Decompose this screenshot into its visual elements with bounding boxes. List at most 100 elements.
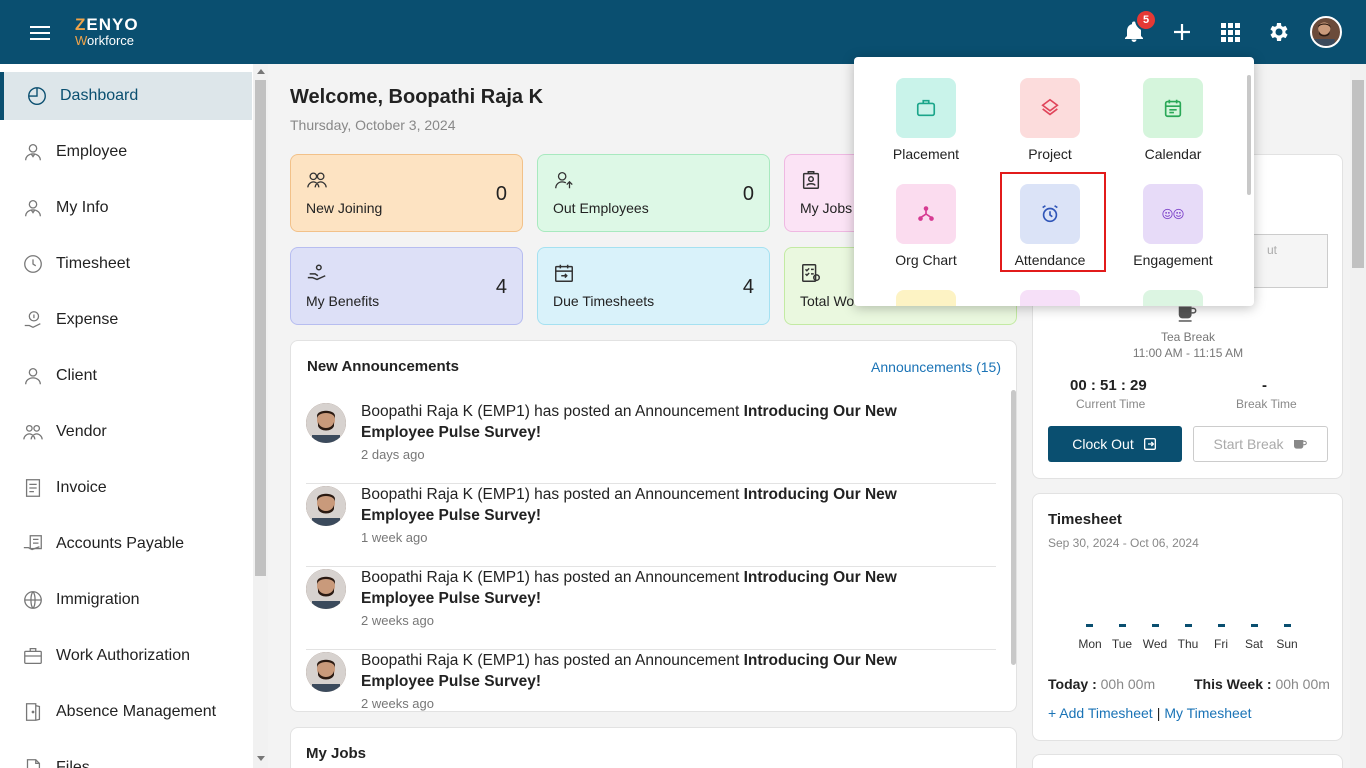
employee-icon: [25, 144, 41, 161]
logo-sub-text: orkforce: [87, 33, 135, 48]
sidebar-item-label: Invoice: [56, 479, 107, 496]
sidebar-item-absence-management[interactable]: Absence Management: [0, 688, 252, 736]
app-calendar[interactable]: Calendar: [1118, 78, 1228, 162]
sidebar-item-dashboard[interactable]: Dashboard: [0, 72, 252, 120]
card-new-joining[interactable]: New Joining 0: [290, 154, 523, 232]
sidebar-item-employee[interactable]: Employee: [0, 128, 252, 176]
add-timesheet-link[interactable]: + Add Timesheet: [1048, 705, 1153, 721]
day-label: Sun: [1276, 637, 1298, 651]
card-out-employees[interactable]: Out Employees 0: [537, 154, 770, 232]
sidebar-item-accounts-payable[interactable]: Accounts Payable: [0, 520, 252, 568]
invoice-icon: [25, 479, 41, 497]
app-tile: [1143, 184, 1203, 244]
sidebar-item-work-authorization[interactable]: Work Authorization: [0, 632, 252, 680]
announcement-text: Boopathi Raja K (EMP1) has posted an Ann…: [361, 650, 941, 692]
sidebar-item-my-info[interactable]: My Info: [0, 184, 252, 232]
announcement-prefix: Boopathi Raja K (EMP1) has posted an Ann…: [361, 652, 744, 669]
announcement-item[interactable]: Boopathi Raja K (EMP1) has posted an Ann…: [306, 567, 996, 650]
announcement-time: 2 weeks ago: [361, 613, 434, 628]
card-my-benefits[interactable]: My Benefits 4: [290, 247, 523, 325]
card-due-timesheets[interactable]: Due Timesheets 4: [537, 247, 770, 325]
announcements-title: New Announcements: [307, 358, 459, 375]
timesheet-bar: [1119, 624, 1126, 627]
sign-out-icon: [1143, 438, 1156, 450]
gear-icon[interactable]: [1266, 20, 1290, 44]
avatar: [306, 569, 346, 609]
clock-out-label: Clock Out: [1072, 436, 1134, 452]
my-timesheet-link[interactable]: My Timesheet: [1164, 705, 1251, 721]
app-engagement[interactable]: Engagement: [1118, 184, 1228, 268]
menu-icon[interactable]: [30, 26, 50, 40]
sidebar-item-label: Expense: [56, 311, 119, 328]
announcement-item[interactable]: Boopathi Raja K (EMP1) has posted an Ann…: [306, 484, 996, 567]
sidebar-item-expense[interactable]: Expense: [0, 296, 252, 344]
timesheet-title: Timesheet: [1048, 511, 1122, 528]
launcher-scrollbar[interactable]: [1247, 75, 1251, 195]
timesheet-bar: [1251, 624, 1258, 627]
sidebar-item-vendor[interactable]: Vendor: [0, 408, 252, 456]
tea-break-label: Tea Break: [1160, 330, 1216, 344]
scroll-down-icon[interactable]: [257, 756, 265, 761]
sidebar-item-invoice[interactable]: Invoice: [0, 464, 252, 512]
expense-icon: [24, 311, 41, 329]
plus-icon[interactable]: [1170, 20, 1194, 44]
my-info-icon: [25, 200, 41, 217]
app-tile: [1020, 78, 1080, 138]
sidebar-item-label: Absence Management: [56, 703, 217, 720]
clock-out-button[interactable]: Clock Out: [1048, 426, 1182, 462]
app-tile-partial[interactable]: [1020, 290, 1080, 306]
announcement-text: Boopathi Raja K (EMP1) has posted an Ann…: [361, 567, 941, 609]
week-label: This Week :: [1194, 676, 1272, 692]
timesheet-links: + Add Timesheet | My Timesheet: [1048, 705, 1251, 721]
app-tile-partial[interactable]: [1143, 290, 1203, 306]
logo[interactable]: ZENYO Workforce: [75, 16, 139, 47]
app-grid-icon[interactable]: [1218, 20, 1242, 44]
day-label: Fri: [1214, 637, 1228, 651]
clock-status-text: ut: [1266, 243, 1277, 257]
app-project[interactable]: Project: [995, 78, 1105, 162]
sidebar-item-immigration[interactable]: Immigration: [0, 576, 252, 624]
page-scroll-thumb[interactable]: [1352, 80, 1364, 268]
announcements-link[interactable]: Announcements (15): [871, 359, 1001, 375]
my-jobs-title: My Jobs: [306, 745, 367, 762]
announcement-time: 2 days ago: [361, 447, 425, 462]
sidebar-item-files[interactable]: Files: [0, 744, 252, 768]
announcement-prefix: Boopathi Raja K (EMP1) has posted an Ann…: [361, 569, 744, 586]
announcement-item[interactable]: Boopathi Raja K (EMP1) has posted an Ann…: [306, 401, 996, 484]
attendance-highlight: [1000, 172, 1106, 272]
app-tile: [896, 78, 956, 138]
today-total: Today : 00h 00m: [1048, 676, 1155, 692]
app-label: Engagement: [1133, 252, 1213, 268]
accounts-payable-icon: [23, 535, 42, 551]
sidebar-item-timesheet[interactable]: Timesheet: [0, 240, 252, 288]
layers-icon: [1041, 98, 1059, 116]
coffee-cup-icon: [1293, 440, 1307, 449]
tea-break-time: 11:00 AM - 11:15 AM: [1132, 346, 1244, 360]
announcement-item[interactable]: Boopathi Raja K (EMP1) has posted an Ann…: [306, 650, 996, 733]
timesheet-bar: [1086, 624, 1093, 627]
timesheet-bar: [1152, 624, 1159, 627]
logo-sub-letter: W: [75, 33, 88, 48]
dashboard-icon: [28, 87, 46, 105]
user-avatar[interactable]: [1310, 16, 1342, 48]
app-tile-partial[interactable]: [896, 290, 956, 306]
sidebar-item-label: Client: [56, 367, 97, 384]
sidebar-scroll-thumb[interactable]: [255, 80, 266, 576]
briefcase-icon: [916, 99, 936, 117]
announcements-scrollbar[interactable]: [1011, 390, 1016, 665]
sidebar-item-label: Files: [56, 759, 90, 768]
app-placement[interactable]: Placement: [871, 78, 981, 162]
card-label: New Joining: [306, 200, 383, 216]
sidebar-item-client[interactable]: Client: [0, 352, 252, 400]
vendor-icon: [23, 424, 43, 440]
scroll-up-icon[interactable]: [257, 69, 265, 74]
avatar: [306, 652, 346, 692]
start-break-button[interactable]: Start Break: [1193, 426, 1328, 462]
timesheet-range: Sep 30, 2024 - Oct 06, 2024: [1048, 536, 1199, 550]
client-icon: [25, 368, 41, 385]
sidebar-item-label: Immigration: [56, 591, 140, 608]
app-org-chart[interactable]: Org Chart: [871, 184, 981, 268]
users-icon: [307, 172, 327, 188]
hand-coin-icon: [307, 264, 326, 281]
current-time-label: Current Time: [1076, 397, 1146, 411]
